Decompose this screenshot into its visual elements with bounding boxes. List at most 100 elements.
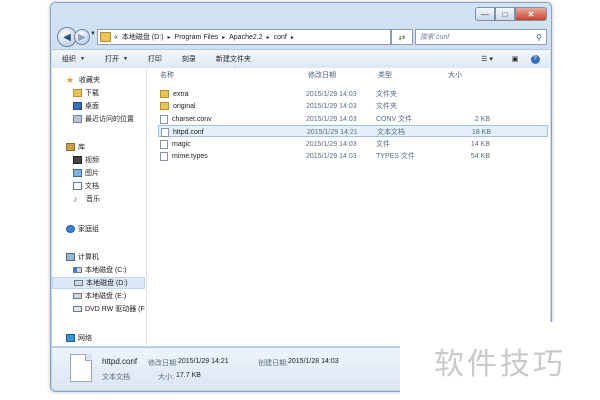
details-type: 文本文档 (102, 374, 130, 381)
help-button[interactable]: ? (528, 52, 542, 66)
network-icon (66, 334, 75, 342)
command-bar: 组织 ▼ 打开 ▼ 打印 刻录 新建文件夹 ☰ ▾ ▣ ? (52, 49, 550, 69)
file-name: mime.types (172, 152, 208, 160)
desktop-icon (73, 102, 82, 110)
nav-computer[interactable]: 计算机 (66, 251, 159, 263)
breadcrumb-separator-icon[interactable]: ▸ (267, 34, 270, 41)
nav-homegroup[interactable]: 家庭组 (66, 223, 159, 235)
file-type: TYPES 文件 (376, 153, 415, 160)
refresh-icon: ⇄ (398, 32, 406, 42)
file-date: 2015/1/29 14:21 (307, 128, 358, 136)
close-button[interactable]: ✕ (515, 7, 547, 21)
text-file-icon (161, 127, 169, 137)
preview-pane-icon: ▣ (511, 56, 519, 63)
back-arrow-icon: ◀ (63, 31, 71, 43)
content-area: ★ 收藏夹 下载 桌面 最近访问的位置 库 视频 图片 文档 ♪ 音乐 家庭组 计算… (52, 66, 550, 346)
search-box[interactable]: 搜索 conf ⚲ (415, 29, 547, 45)
file-date: 2015/1/29 14:03 (306, 115, 357, 123)
caption-buttons: — □ ✕ (475, 7, 547, 21)
file-row-selected[interactable]: httpd.conf 2015/1/29 14:21 文本文档 18 KB (158, 125, 548, 137)
folder-icon (100, 32, 111, 42)
address-row: ◀ ▶ ▼ « 本地磁盘 (D:) ▸ Program Files ▸ Apac… (55, 27, 547, 47)
chevron-down-icon: ▼ (122, 56, 128, 62)
dvd-drive-icon (73, 306, 82, 312)
document-icon (73, 182, 82, 190)
recent-places-icon (73, 115, 82, 123)
search-input[interactable]: 搜索 conf (420, 32, 536, 42)
organize-button[interactable]: 组织 ▼ (52, 54, 95, 64)
breadcrumb-program-files[interactable]: Program Files (175, 34, 219, 41)
column-header-size[interactable]: 大小 (448, 69, 462, 81)
file-name: charset.conv (172, 115, 212, 123)
breadcrumb-apache[interactable]: Apache2.2 (229, 34, 262, 41)
nav-favorites[interactable]: ★ 收藏夹 (66, 74, 159, 86)
column-header-date[interactable]: 修改日期 (308, 69, 336, 81)
refresh-button[interactable]: ⇄ (391, 29, 413, 45)
file-type: 文件 (376, 141, 390, 148)
breadcrumb-drive-d[interactable]: 本地磁盘 (D:) (122, 32, 164, 42)
minimize-button[interactable]: — (475, 7, 495, 21)
file-type: CONV 文件 (376, 116, 413, 123)
nav-label: 音乐 (86, 196, 100, 203)
file-type: 文件夹 (376, 91, 397, 98)
file-type: 文件夹 (376, 103, 397, 110)
print-button[interactable]: 打印 (138, 54, 172, 64)
address-bar[interactable]: « 本地磁盘 (D:) ▸ Program Files ▸ Apache2.2 … (97, 29, 391, 45)
file-size: 18 KB (471, 128, 491, 136)
nav-label: 本地磁盘 (C:) (85, 267, 127, 274)
search-icon[interactable]: ⚲ (536, 33, 542, 42)
folder-icon (160, 90, 169, 98)
file-row[interactable]: magic 2015/1/29 14:03 文件 14 KB (158, 138, 548, 150)
history-dropdown-icon[interactable]: ▼ (90, 31, 96, 37)
organize-label: 组织 (62, 56, 76, 63)
music-icon: ♪ (73, 194, 78, 204)
nav-label: 家庭组 (78, 226, 99, 233)
computer-icon (66, 253, 75, 261)
file-name: magic (172, 140, 191, 148)
file-row[interactable]: extra 2015/1/29 14:03 文件夹 (158, 88, 548, 100)
breadcrumb-separator-icon[interactable]: ▸ (222, 34, 225, 41)
open-button[interactable]: 打开 ▼ (95, 54, 138, 64)
breadcrumb-separator-icon[interactable]: ▸ (291, 34, 294, 41)
file-size (446, 100, 490, 112)
nav-item-dvd[interactable]: DVD RW 驱动器 (F: (73, 303, 145, 315)
breadcrumb-conf[interactable]: conf (274, 34, 287, 41)
file-size (446, 88, 490, 100)
file-size: 54 KB (470, 152, 490, 160)
file-date: 2015/1/29 14:03 (306, 140, 357, 148)
file-name: httpd.conf (173, 128, 204, 136)
view-icon: ☰ ▾ (481, 56, 493, 63)
nav-label: 下载 (85, 90, 99, 97)
downloads-folder-icon (73, 89, 82, 97)
file-date: 2015/1/29 14:03 (306, 90, 357, 98)
nav-label: 最近访问的位置 (85, 116, 134, 123)
new-folder-button[interactable]: 新建文件夹 (206, 54, 261, 64)
nav-network[interactable]: 网络 (66, 332, 159, 344)
nav-libraries[interactable]: 库 (66, 141, 159, 153)
system-drive-icon (73, 267, 82, 273)
file-row[interactable]: mime.types 2015/1/29 14:03 TYPES 文件 54 K… (158, 150, 548, 162)
nav-label: DVD RW 驱动器 (F: (85, 306, 145, 313)
details-created-value: 2015/1/28 14:03 (288, 358, 339, 365)
preview-pane-button[interactable]: ▣ (508, 52, 522, 66)
file-icon (160, 151, 168, 161)
file-row[interactable]: charset.conv 2015/1/29 14:03 CONV 文件 2 K… (158, 113, 548, 125)
details-created-label: 创建日期: (258, 360, 288, 367)
file-date: 2015/1/29 14:03 (306, 102, 357, 110)
burn-button[interactable]: 刻录 (172, 54, 206, 64)
file-row[interactable]: original 2015/1/29 14:03 文件夹 (158, 100, 548, 112)
maximize-button[interactable]: □ (495, 7, 515, 21)
breadcrumb-overflow[interactable]: « (114, 34, 118, 41)
forward-button[interactable]: ▶ (74, 29, 90, 45)
nav-label: 文档 (85, 183, 99, 190)
view-options-button[interactable]: ☰ ▾ (472, 52, 502, 66)
column-header-type[interactable]: 类型 (378, 69, 392, 81)
nav-item-drive-d[interactable]: 本地磁盘 (D:) (52, 277, 145, 289)
chevron-down-icon: ▼ (80, 56, 85, 62)
drive-icon (73, 293, 82, 299)
breadcrumb-separator-icon[interactable]: ▸ (168, 34, 171, 41)
file-date: 2015/1/29 14:03 (306, 152, 357, 160)
column-header-name[interactable]: 名称 (160, 69, 174, 81)
folder-icon (160, 102, 169, 110)
help-icon: ? (530, 54, 540, 64)
